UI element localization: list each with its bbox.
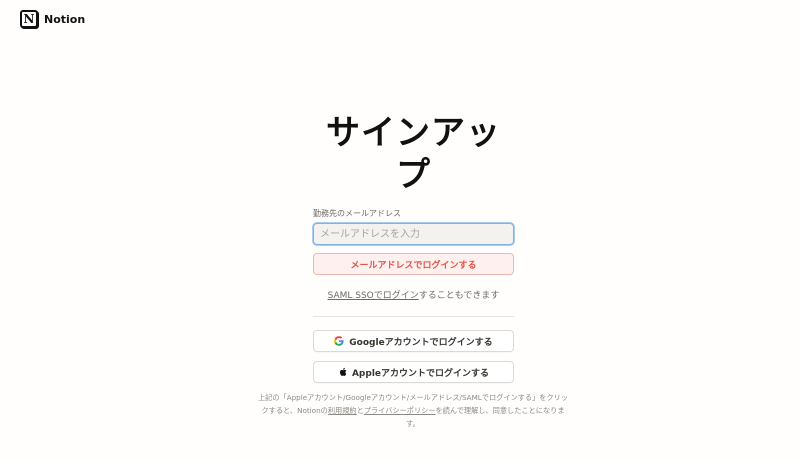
google-login-button[interactable]: Googleアカウントでログインする xyxy=(313,330,514,352)
divider xyxy=(313,316,514,317)
apple-login-button[interactable]: Appleアカウントでログインする xyxy=(313,361,514,383)
signup-form: サインアップ 勤務先のメールアドレス メールアドレスでログインする SAML S… xyxy=(313,112,514,383)
saml-sso-link[interactable]: SAML SSOでログイン xyxy=(328,291,419,301)
email-label: 勤務先のメールアドレス xyxy=(313,209,401,218)
brand-name[interactable]: Notion xyxy=(44,13,85,26)
google-icon xyxy=(334,336,344,346)
google-login-label: Googleアカウントでログインする xyxy=(349,337,493,348)
footer-text-2: と xyxy=(356,406,364,415)
page-title: サインアップ xyxy=(326,113,501,195)
notion-logo-icon[interactable]: N xyxy=(20,10,38,28)
email-login-button[interactable]: メールアドレスでログインする xyxy=(313,253,514,275)
apple-login-label: Appleアカウントでログインする xyxy=(351,368,490,379)
header: N Notion xyxy=(20,10,85,28)
apple-icon xyxy=(339,367,347,376)
privacy-policy-link[interactable]: プライバシーポリシー xyxy=(364,406,436,415)
saml-text: SAML SSOでログインすることもできます xyxy=(313,288,514,301)
terms-notice: 上記の「Appleアカウント/Googleアカウント/メールアドレス/SAMLで… xyxy=(255,391,571,430)
terms-link[interactable]: 利用規約 xyxy=(328,406,357,415)
email-login-label: メールアドレスでログインする xyxy=(350,260,477,271)
saml-suffix: することもできます xyxy=(418,291,500,301)
email-input[interactable] xyxy=(313,223,514,245)
